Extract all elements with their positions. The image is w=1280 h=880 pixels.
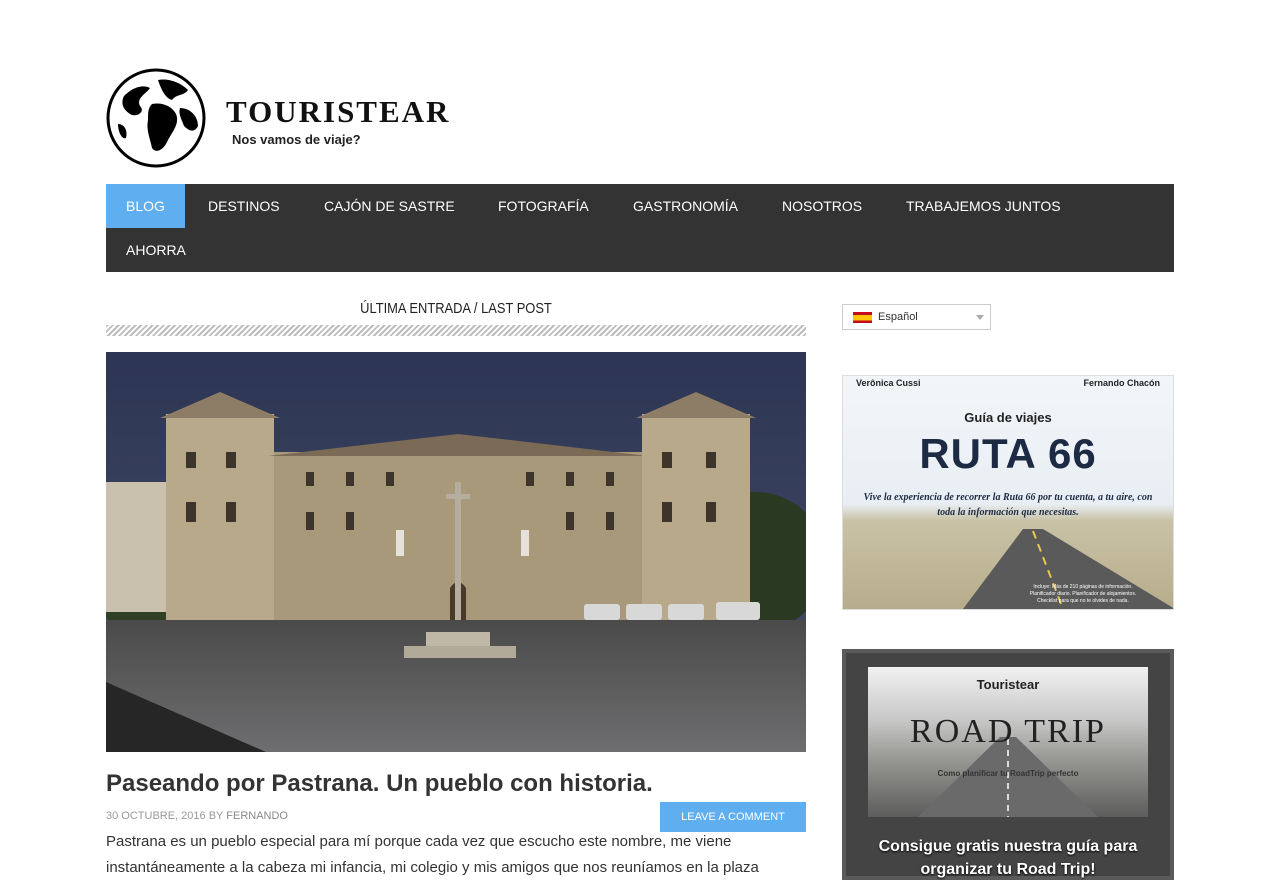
ruta-author-left: Verônica Cussi (856, 378, 921, 388)
post-title[interactable]: Paseando por Pastrana. Un pueblo con his… (106, 770, 653, 798)
ruta-slogan: Vive la experiencia de recorrer la Ruta … (863, 492, 1153, 518)
road-trip-cta[interactable]: Consigue gratis nuestra guía para organi… (846, 835, 1170, 880)
heading-divider (106, 325, 806, 336)
nav-item-gastronomia[interactable]: GASTRONOMÍA (613, 184, 758, 228)
nav-item-fotografia[interactable]: FOTOGRAFÍA (478, 184, 609, 228)
post-by: BY (208, 810, 224, 822)
post-date: 30 OCTUBRE, 2016 (106, 810, 206, 822)
road-trip-cover[interactable]: Touristear ROAD TRIP Como planificar tu … (868, 667, 1148, 817)
ruta-66-guide-banner[interactable]: Verônica Cussi Fernando Chacón Guía de v… (842, 375, 1174, 610)
language-select[interactable]: Español (842, 304, 991, 330)
spain-flag-icon (853, 312, 872, 323)
nav-item-ahorra[interactable]: AHORRA (106, 228, 206, 272)
globe-logo-icon[interactable] (106, 68, 206, 168)
ruta-title: RUTA 66 (919, 430, 1097, 477)
road-trip-title: ROAD TRIP (910, 713, 1106, 750)
post-excerpt: Pastrana es un pueblo especial para mí p… (106, 833, 759, 876)
post-author[interactable]: FERNANDO (226, 810, 288, 822)
leave-comment-button[interactable]: LEAVE A COMMENT (660, 802, 806, 832)
road-trip-guide-banner[interactable]: Touristear ROAD TRIP Como planificar tu … (842, 649, 1174, 880)
chevron-down-icon (976, 315, 984, 320)
featured-image[interactable] (106, 352, 806, 752)
ruta-guide-label: Guía de viajes (964, 410, 1052, 425)
ruta-author-right: Fernando Chacón (1083, 378, 1160, 388)
site-header: TOURISTEAR Nos vamos de viaje? (106, 68, 466, 168)
road-trip-subtitle: Como planificar tu RoadTrip perfecto (937, 769, 1079, 778)
nav-item-destinos[interactable]: DESTINOS (188, 184, 300, 228)
main-nav: BLOG DESTINOS CAJÓN DE SASTRE FOTOGRAFÍA… (106, 184, 1174, 272)
nav-item-blog[interactable]: BLOG (106, 184, 185, 228)
section-heading: ÚLTIMA ENTRADA / LAST POST (360, 300, 552, 317)
nav-item-trabajemos-juntos[interactable]: TRABAJEMOS JUNTOS (886, 184, 1081, 228)
language-label: Español (878, 311, 918, 323)
post-meta: 30 OCTUBRE, 2016 BY FERNANDO (106, 810, 288, 822)
site-title[interactable]: TOURISTEAR (226, 94, 450, 130)
site-tagline: Nos vamos de viaje? (232, 132, 361, 147)
nav-item-nosotros[interactable]: NOSOTROS (762, 184, 882, 228)
road-trip-brand: Touristear (976, 677, 1040, 692)
nav-item-cajon-de-sastre[interactable]: CAJÓN DE SASTRE (304, 184, 475, 228)
ruta-includes: Incluye: Más de 210 páginas de informaci… (1029, 584, 1137, 604)
